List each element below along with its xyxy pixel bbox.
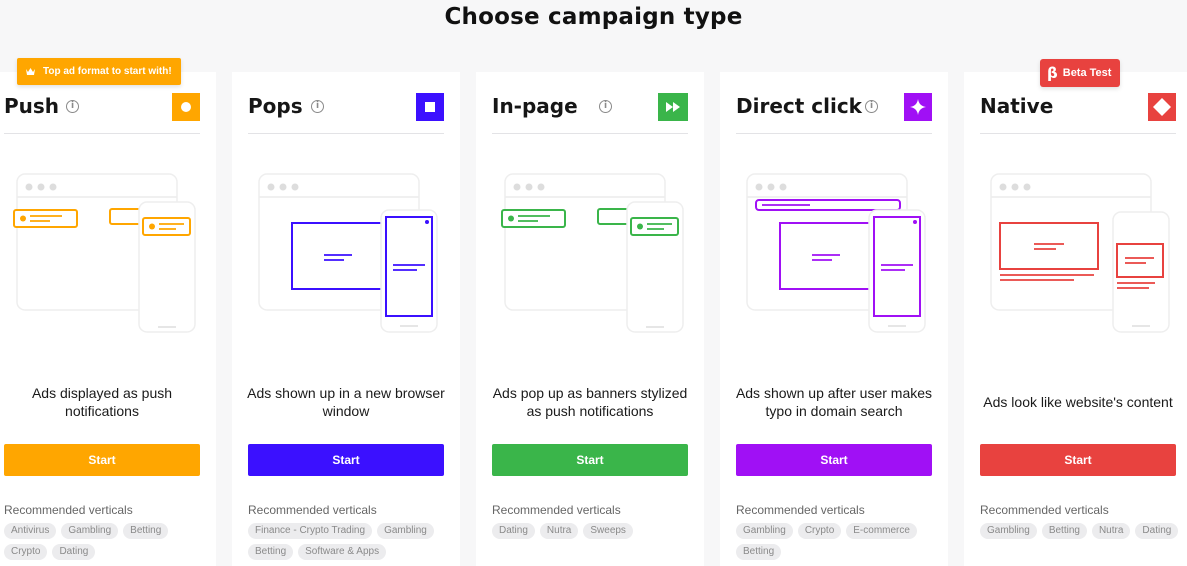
- card-title: Pops: [248, 94, 303, 118]
- info-icon[interactable]: i: [66, 100, 79, 113]
- vertical-tags: Antivirus Gambling Betting Crypto Dating: [4, 523, 206, 560]
- start-native-button[interactable]: Start: [980, 444, 1176, 476]
- info-icon[interactable]: i: [865, 100, 878, 113]
- vertical-tag: Gambling: [61, 523, 119, 539]
- vertical-tag: Antivirus: [4, 523, 57, 539]
- card-title: Native: [980, 94, 1054, 118]
- vertical-tags: Gambling Crypto E-commerce Betting: [736, 523, 938, 560]
- vertical-tag: Betting: [736, 544, 782, 560]
- campaign-card-pops: Pops i Ads shown up in a new browser win…: [232, 72, 460, 566]
- vertical-tags: Finance - Crypto Trading Gambling Bettin…: [248, 523, 450, 560]
- vertical-tags: Dating Nutra Sweeps: [492, 523, 694, 539]
- recommended-verticals-label: Recommended verticals: [492, 503, 621, 517]
- sparkle-icon: [904, 93, 932, 121]
- vertical-tag: Betting: [123, 523, 169, 539]
- card-description: Ads shown up after user makes typo in do…: [735, 385, 933, 419]
- fast-forward-icon: [658, 93, 688, 121]
- card-description: Ads look like website's content: [983, 394, 1173, 410]
- top-format-badge: Top ad format to start with!: [17, 58, 181, 85]
- vertical-tag: Nutra: [539, 523, 579, 539]
- start-inpage-button[interactable]: Start: [492, 444, 688, 476]
- pops-illustration: [258, 173, 438, 333]
- recommended-verticals-label: Recommended verticals: [980, 503, 1109, 517]
- card-header: In-page i: [492, 72, 688, 134]
- card-title: Direct click: [736, 94, 862, 118]
- vertical-tag: Nutra: [1091, 523, 1131, 539]
- vertical-tag: Betting: [248, 544, 294, 560]
- card-description: Ads displayed as push notifications: [31, 385, 173, 419]
- directclick-illustration: [746, 173, 926, 333]
- vertical-tag: Dating: [52, 544, 96, 560]
- card-title: Push: [4, 94, 60, 118]
- circle-icon: [172, 93, 200, 121]
- card-description: Ads pop up as banners stylized as push n…: [492, 385, 688, 419]
- start-pops-button[interactable]: Start: [248, 444, 444, 476]
- info-icon[interactable]: i: [599, 100, 612, 113]
- native-illustration: [990, 173, 1170, 333]
- info-icon[interactable]: i: [311, 100, 324, 113]
- card-header: Direct click i: [736, 72, 932, 134]
- vertical-tag: Gambling: [736, 523, 793, 539]
- top-format-badge-label: Top ad format to start with!: [43, 66, 172, 77]
- push-illustration: [13, 173, 196, 333]
- start-directclick-button[interactable]: Start: [736, 444, 932, 476]
- beta-test-label: Beta Test: [1062, 67, 1112, 79]
- vertical-tags: Gambling Betting Nutra Dating: [980, 523, 1182, 539]
- beta-test-badge: β Beta Test: [1040, 59, 1121, 87]
- card-title: In-page: [492, 94, 578, 118]
- vertical-tag: Betting: [1041, 523, 1087, 539]
- inpage-illustration: [501, 173, 684, 333]
- vertical-tag: Sweeps: [583, 523, 633, 539]
- card-description: Ads shown up in a new browser window: [247, 385, 445, 419]
- recommended-verticals-label: Recommended verticals: [248, 503, 377, 517]
- square-icon: [416, 93, 444, 121]
- vertical-tag: Finance - Crypto Trading: [248, 523, 373, 539]
- vertical-tag: E-commerce: [846, 523, 917, 539]
- campaign-card-native: Native Ads look like website's content S…: [964, 72, 1187, 566]
- recommended-verticals-label: Recommended verticals: [4, 503, 133, 517]
- vertical-tag: Crypto: [797, 523, 842, 539]
- campaign-card-inpage: In-page i Ads pop up as banners stylized…: [476, 72, 704, 566]
- vertical-tag: Dating: [1135, 523, 1179, 539]
- vertical-tag: Software & Apps: [298, 544, 387, 560]
- vertical-tag: Crypto: [4, 544, 48, 560]
- page-title: Choose campaign type: [444, 4, 743, 30]
- beta-symbol: β: [1047, 64, 1058, 82]
- campaign-card-push: Push i Ads displayed as push notificatio…: [0, 72, 216, 566]
- vertical-tag: Dating: [492, 523, 535, 539]
- crown-icon: [26, 68, 35, 75]
- vertical-tag: Gambling: [980, 523, 1037, 539]
- diamond-icon: [1148, 93, 1176, 121]
- campaign-card-directclick: Direct click i Ads shown up after user m…: [720, 72, 948, 566]
- card-header: Pops i: [248, 72, 444, 134]
- start-push-button[interactable]: Start: [4, 444, 200, 476]
- vertical-tag: Gambling: [377, 523, 434, 539]
- recommended-verticals-label: Recommended verticals: [736, 503, 865, 517]
